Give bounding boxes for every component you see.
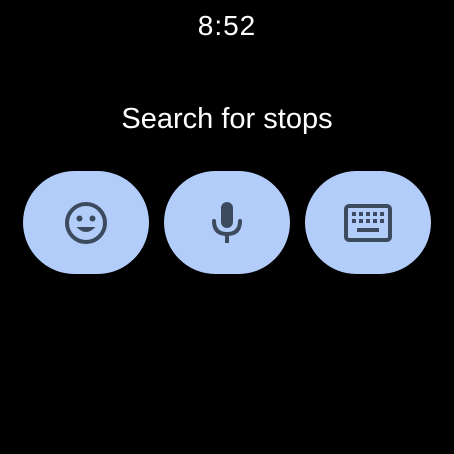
smiley-face-icon [63,200,109,246]
emoji-input-button[interactable] [23,171,149,274]
microphone-icon [207,200,247,246]
voice-input-button[interactable] [164,171,290,274]
keyboard-icon [343,203,393,243]
search-prompt-title: Search for stops [121,103,333,135]
keyboard-input-button[interactable] [305,171,431,274]
clock-time: 8:52 [197,10,257,41]
watch-screen: 8:52 Search for stops [0,0,454,454]
